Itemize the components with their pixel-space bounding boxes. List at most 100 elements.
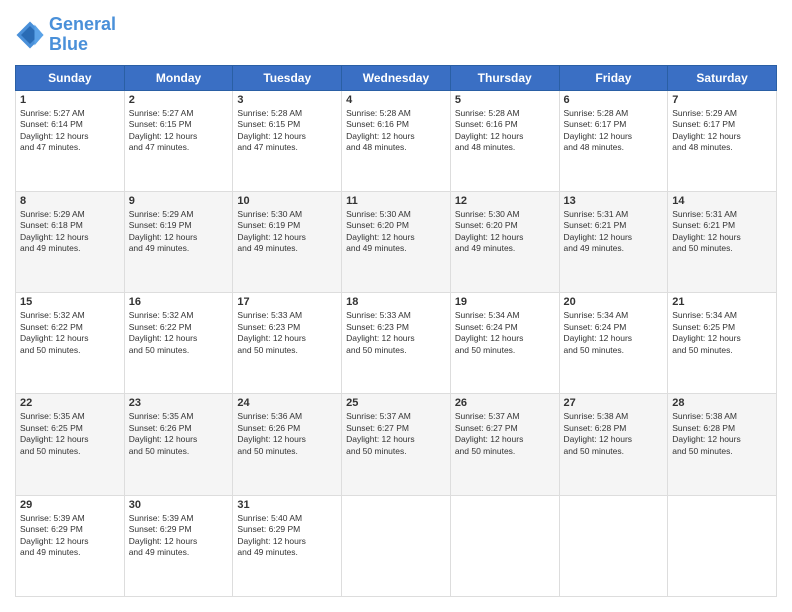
calendar-cell: 13 Sunrise: 5:31 AMSunset: 6:21 PMDayligh…	[559, 191, 668, 292]
day-number: 13	[564, 195, 664, 207]
calendar-cell: 22Sunrise: 5:35 AMSunset: 6:25 PMDayligh…	[16, 394, 125, 495]
cell-content: Sunrise: 5:29 AMSunset: 6:17 PMDaylight:…	[672, 108, 772, 154]
cell-content: Sunrise: 5:38 AMSunset: 6:28 PMDaylight:…	[564, 411, 664, 457]
calendar-cell: 8 Sunrise: 5:29 AMSunset: 6:18 PMDaylight…	[16, 191, 125, 292]
calendar-cell: 30 Sunrise: 5:39 AMSunset: 6:29 PMDayligh…	[124, 495, 233, 596]
cell-content: Sunrise: 5:30 AMSunset: 6:20 PMDaylight:…	[455, 209, 555, 255]
weekday-header-friday: Friday	[559, 65, 668, 90]
calendar-week-1: 1 Sunrise: 5:27 AMSunset: 6:14 PMDaylight…	[16, 90, 777, 191]
cell-content: Sunrise: 5:27 AMSunset: 6:15 PMDaylight:…	[129, 108, 229, 154]
cell-content: Sunrise: 5:29 AMSunset: 6:18 PMDaylight:…	[20, 209, 120, 255]
cell-content: Sunrise: 5:34 AMSunset: 6:25 PMDaylight:…	[672, 310, 772, 356]
day-number: 4	[346, 94, 446, 106]
cell-content: Sunrise: 5:33 AMSunset: 6:23 PMDaylight:…	[346, 310, 446, 356]
day-number: 26	[455, 397, 555, 409]
cell-content: Sunrise: 5:30 AMSunset: 6:20 PMDaylight:…	[346, 209, 446, 255]
calendar-cell: 6Sunrise: 5:28 AMSunset: 6:17 PMDaylight…	[559, 90, 668, 191]
calendar-cell: 24 Sunrise: 5:36 AMSunset: 6:26 PMDayligh…	[233, 394, 342, 495]
calendar-cell: 17Sunrise: 5:33 AMSunset: 6:23 PMDayligh…	[233, 293, 342, 394]
calendar-week-5: 29Sunrise: 5:39 AMSunset: 6:29 PMDayligh…	[16, 495, 777, 596]
cell-content: Sunrise: 5:33 AMSunset: 6:23 PMDaylight:…	[237, 310, 337, 356]
cell-content: Sunrise: 5:28 AMSunset: 6:16 PMDaylight:…	[455, 108, 555, 154]
day-number: 19	[455, 296, 555, 308]
weekday-header-monday: Monday	[124, 65, 233, 90]
day-number: 12	[455, 195, 555, 207]
calendar-cell: 10Sunrise: 5:30 AMSunset: 6:19 PMDayligh…	[233, 191, 342, 292]
calendar-cell: 11 Sunrise: 5:30 AMSunset: 6:20 PMDayligh…	[342, 191, 451, 292]
weekday-header-sunday: Sunday	[16, 65, 125, 90]
day-number: 23	[129, 397, 229, 409]
calendar-cell: 18Sunrise: 5:33 AMSunset: 6:23 PMDayligh…	[342, 293, 451, 394]
calendar-cell: 31 Sunrise: 5:40 AMSunset: 6:29 PMDayligh…	[233, 495, 342, 596]
cell-content: Sunrise: 5:32 AMSunset: 6:22 PMDaylight:…	[129, 310, 229, 356]
cell-content: Sunrise: 5:37 AMSunset: 6:27 PMDaylight:…	[346, 411, 446, 457]
logo: General Blue	[15, 15, 116, 55]
day-number: 15	[20, 296, 120, 308]
calendar-cell: 4 Sunrise: 5:28 AMSunset: 6:16 PMDaylight…	[342, 90, 451, 191]
calendar-week-3: 15 Sunrise: 5:32 AMSunset: 6:22 PMDayligh…	[16, 293, 777, 394]
weekday-header-wednesday: Wednesday	[342, 65, 451, 90]
day-number: 31	[237, 499, 337, 511]
day-number: 2	[129, 94, 229, 106]
calendar-body: 1 Sunrise: 5:27 AMSunset: 6:14 PMDaylight…	[16, 90, 777, 596]
cell-content: Sunrise: 5:29 AMSunset: 6:19 PMDaylight:…	[129, 209, 229, 255]
calendar-cell	[450, 495, 559, 596]
cell-content: Sunrise: 5:28 AMSunset: 6:15 PMDaylight:…	[237, 108, 337, 154]
cell-content: Sunrise: 5:31 AMSunset: 6:21 PMDaylight:…	[672, 209, 772, 255]
cell-content: Sunrise: 5:39 AMSunset: 6:29 PMDaylight:…	[129, 513, 229, 559]
day-number: 27	[564, 397, 664, 409]
day-number: 11	[346, 195, 446, 207]
calendar-cell: 3 Sunrise: 5:28 AMSunset: 6:15 PMDaylight…	[233, 90, 342, 191]
calendar-cell	[668, 495, 777, 596]
calendar-cell: 19 Sunrise: 5:34 AMSunset: 6:24 PMDayligh…	[450, 293, 559, 394]
calendar-cell: 9 Sunrise: 5:29 AMSunset: 6:19 PMDaylight…	[124, 191, 233, 292]
calendar-cell: 1 Sunrise: 5:27 AMSunset: 6:14 PMDaylight…	[16, 90, 125, 191]
calendar-cell: 28Sunrise: 5:38 AMSunset: 6:28 PMDayligh…	[668, 394, 777, 495]
calendar-cell: 26 Sunrise: 5:37 AMSunset: 6:27 PMDayligh…	[450, 394, 559, 495]
cell-content: Sunrise: 5:28 AMSunset: 6:16 PMDaylight:…	[346, 108, 446, 154]
calendar-cell: 20 Sunrise: 5:34 AMSunset: 6:24 PMDayligh…	[559, 293, 668, 394]
day-number: 24	[237, 397, 337, 409]
calendar-cell	[342, 495, 451, 596]
logo-text: General Blue	[49, 15, 116, 55]
cell-content: Sunrise: 5:39 AMSunset: 6:29 PMDaylight:…	[20, 513, 120, 559]
day-number: 20	[564, 296, 664, 308]
cell-content: Sunrise: 5:34 AMSunset: 6:24 PMDaylight:…	[564, 310, 664, 356]
day-number: 1	[20, 94, 120, 106]
day-number: 7	[672, 94, 772, 106]
weekday-header-saturday: Saturday	[668, 65, 777, 90]
page: General Blue SundayMondayTuesdayWednesda…	[0, 0, 792, 612]
cell-content: Sunrise: 5:37 AMSunset: 6:27 PMDaylight:…	[455, 411, 555, 457]
day-number: 25	[346, 397, 446, 409]
cell-content: Sunrise: 5:34 AMSunset: 6:24 PMDaylight:…	[455, 310, 555, 356]
day-number: 6	[564, 94, 664, 106]
day-number: 16	[129, 296, 229, 308]
calendar-cell: 23Sunrise: 5:35 AMSunset: 6:26 PMDayligh…	[124, 394, 233, 495]
calendar-cell: 25 Sunrise: 5:37 AMSunset: 6:27 PMDayligh…	[342, 394, 451, 495]
calendar-cell: 12 Sunrise: 5:30 AMSunset: 6:20 PMDayligh…	[450, 191, 559, 292]
logo-icon	[15, 20, 45, 50]
calendar-cell: 14Sunrise: 5:31 AMSunset: 6:21 PMDayligh…	[668, 191, 777, 292]
header: General Blue	[15, 15, 777, 55]
calendar-cell: 5Sunrise: 5:28 AMSunset: 6:16 PMDaylight…	[450, 90, 559, 191]
cell-content: Sunrise: 5:31 AMSunset: 6:21 PMDaylight:…	[564, 209, 664, 255]
calendar-week-2: 8 Sunrise: 5:29 AMSunset: 6:18 PMDaylight…	[16, 191, 777, 292]
cell-content: Sunrise: 5:40 AMSunset: 6:29 PMDaylight:…	[237, 513, 337, 559]
weekday-header-tuesday: Tuesday	[233, 65, 342, 90]
cell-content: Sunrise: 5:27 AMSunset: 6:14 PMDaylight:…	[20, 108, 120, 154]
cell-content: Sunrise: 5:36 AMSunset: 6:26 PMDaylight:…	[237, 411, 337, 457]
cell-content: Sunrise: 5:30 AMSunset: 6:19 PMDaylight:…	[237, 209, 337, 255]
day-number: 21	[672, 296, 772, 308]
day-number: 3	[237, 94, 337, 106]
day-number: 30	[129, 499, 229, 511]
calendar-cell: 2 Sunrise: 5:27 AMSunset: 6:15 PMDaylight…	[124, 90, 233, 191]
calendar-cell: 27 Sunrise: 5:38 AMSunset: 6:28 PMDayligh…	[559, 394, 668, 495]
day-number: 8	[20, 195, 120, 207]
day-number: 9	[129, 195, 229, 207]
weekday-header-row: SundayMondayTuesdayWednesdayThursdayFrid…	[16, 65, 777, 90]
calendar-cell: 7 Sunrise: 5:29 AMSunset: 6:17 PMDaylight…	[668, 90, 777, 191]
calendar-cell: 29Sunrise: 5:39 AMSunset: 6:29 PMDayligh…	[16, 495, 125, 596]
cell-content: Sunrise: 5:32 AMSunset: 6:22 PMDaylight:…	[20, 310, 120, 356]
calendar-week-4: 22Sunrise: 5:35 AMSunset: 6:25 PMDayligh…	[16, 394, 777, 495]
calendar-cell: 16 Sunrise: 5:32 AMSunset: 6:22 PMDayligh…	[124, 293, 233, 394]
